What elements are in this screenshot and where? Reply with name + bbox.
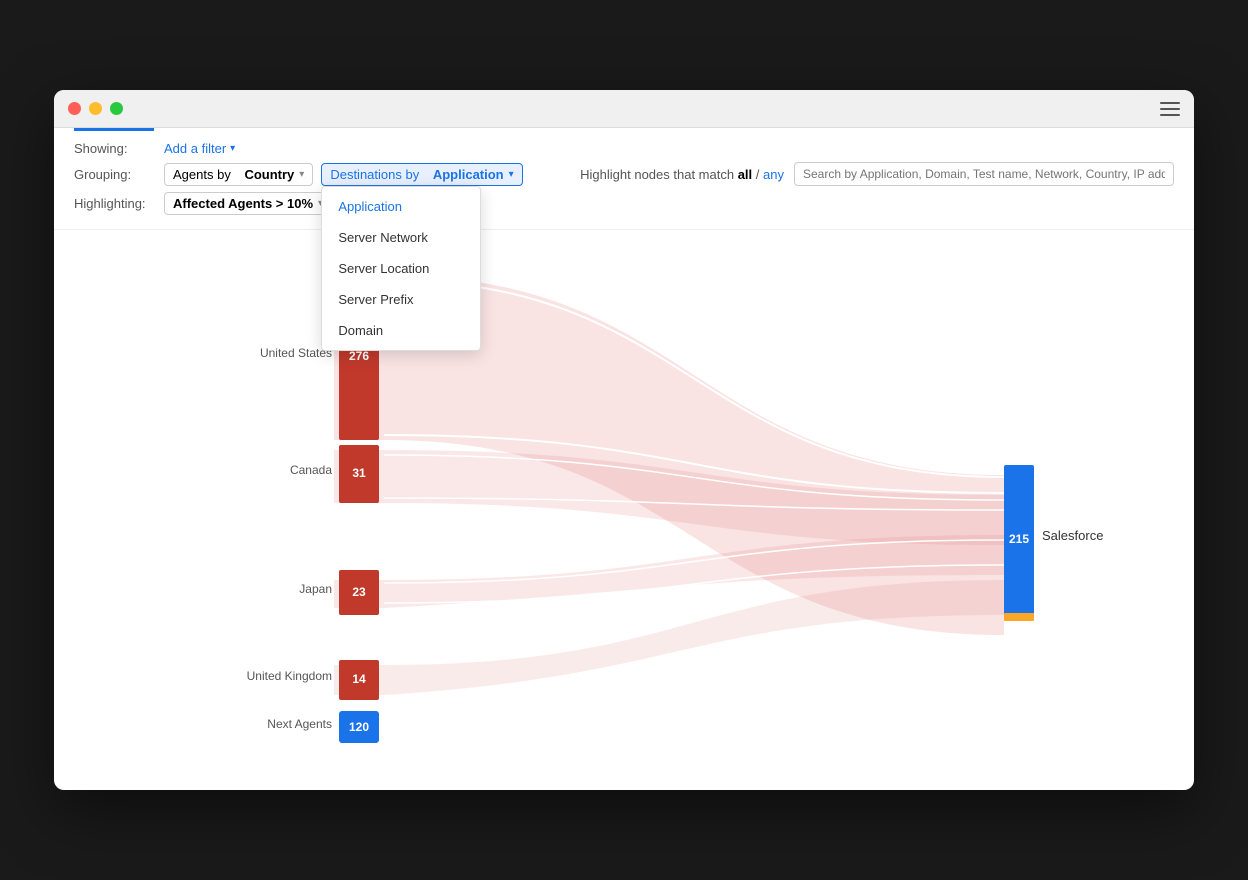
match-label: Highlight nodes that match all / any bbox=[580, 167, 784, 182]
maximize-button[interactable] bbox=[110, 102, 123, 115]
node-salesforce-extra bbox=[1004, 613, 1034, 621]
dropdown-menu: Application Server Network Server Locati… bbox=[321, 186, 481, 351]
node-value-japan: 23 bbox=[352, 585, 366, 599]
dropdown-item-application[interactable]: Application bbox=[322, 191, 480, 222]
dropdown-item-domain[interactable]: Domain bbox=[322, 315, 480, 346]
node-value-us: 276 bbox=[349, 349, 369, 363]
toolbar: Showing: Add a filter ▾ Grouping: Agents… bbox=[54, 131, 1194, 230]
label-japan: Japan bbox=[299, 582, 332, 596]
main-window: Showing: Add a filter ▾ Grouping: Agents… bbox=[54, 90, 1194, 790]
label-canada: Canada bbox=[290, 463, 332, 477]
showing-label: Showing: bbox=[74, 141, 164, 156]
toolbar-right: Highlight nodes that match all / any bbox=[580, 162, 1174, 186]
highlighting-row: Highlighting: Affected Agents > 10% ▾ bbox=[74, 192, 1174, 215]
dropdown-item-server-prefix[interactable]: Server Prefix bbox=[322, 284, 480, 315]
chart-area: 276 United States 31 Canada 23 Japan 14 … bbox=[54, 230, 1194, 790]
dropdown-item-server-network[interactable]: Server Network bbox=[322, 222, 480, 253]
group-right-dropdown[interactable]: Destinations by Application ▾ bbox=[321, 163, 522, 186]
match-all[interactable]: all bbox=[738, 167, 752, 182]
node-value-canada: 31 bbox=[352, 466, 366, 480]
highlight-search-input[interactable] bbox=[794, 162, 1174, 186]
group-right-dropdown-container: Destinations by Application ▾ Applicatio… bbox=[321, 163, 522, 186]
node-value-salesforce: 215 bbox=[1009, 532, 1029, 546]
node-value-next-agents: 120 bbox=[349, 720, 369, 734]
minimize-button[interactable] bbox=[89, 102, 102, 115]
label-next-agents: Next Agents bbox=[267, 717, 332, 731]
label-uk: United Kingdom bbox=[247, 669, 332, 683]
label-salesforce: Salesforce bbox=[1042, 528, 1103, 543]
sankey-chart: 276 United States 31 Canada 23 Japan 14 … bbox=[74, 240, 1174, 770]
highlight-dropdown[interactable]: Affected Agents > 10% ▾ bbox=[164, 192, 332, 215]
node-value-uk: 14 bbox=[352, 672, 366, 686]
caret-down-icon: ▾ bbox=[230, 143, 235, 154]
caret-down-icon: ▾ bbox=[299, 169, 304, 180]
close-button[interactable] bbox=[68, 102, 81, 115]
match-any[interactable]: any bbox=[763, 167, 784, 182]
highlighting-label: Highlighting: bbox=[74, 196, 164, 211]
grouping-row: Grouping: Agents by Country ▾ Destinatio… bbox=[74, 162, 1174, 186]
showing-row: Showing: Add a filter ▾ bbox=[74, 141, 1174, 156]
group-left-dropdown[interactable]: Agents by Country ▾ bbox=[164, 163, 313, 186]
caret-down-icon: ▾ bbox=[509, 169, 514, 180]
titlebar bbox=[54, 90, 1194, 128]
hamburger-menu[interactable] bbox=[1160, 102, 1180, 116]
dropdown-item-server-location[interactable]: Server Location bbox=[322, 253, 480, 284]
traffic-lights bbox=[68, 102, 123, 115]
add-filter-button[interactable]: Add a filter ▾ bbox=[164, 141, 235, 156]
grouping-label: Grouping: bbox=[74, 167, 164, 182]
